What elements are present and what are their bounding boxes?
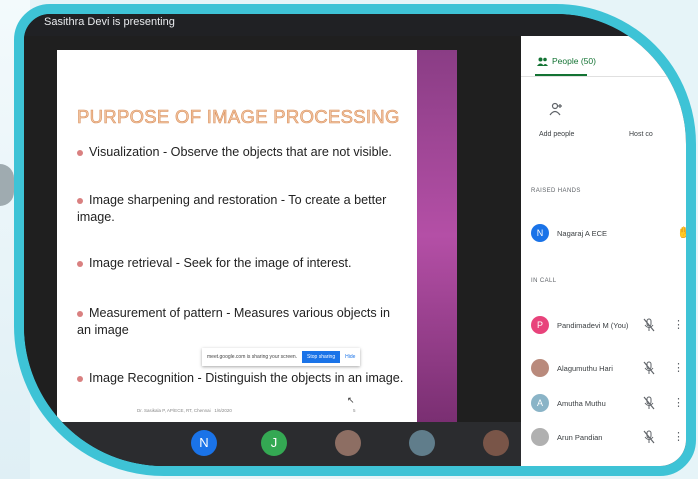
slide-bullet: Image sharpening and restoration - To cr…: [77, 192, 407, 226]
participant-row[interactable]: Alagumuthu Hari ⋮: [531, 357, 686, 379]
avatar: [531, 428, 549, 446]
slide-footer-author: Dr. Sasikala P, AP/ECE, RT, Chennai: [137, 408, 211, 413]
add-people-button[interactable]: Add people: [539, 131, 574, 138]
participant-tile[interactable]: J: [261, 430, 287, 456]
tab-divider: [521, 76, 686, 77]
people-icon: [537, 57, 548, 66]
bullet-icon: [77, 197, 83, 204]
slide-bullet: Image retrieval - Seek for the image of …: [77, 255, 407, 272]
participant-tile[interactable]: [335, 430, 361, 456]
mic-off-icon: [643, 396, 655, 410]
people-tab-label: People (50): [552, 56, 596, 66]
screen-share-notice: meet.google.com is sharing your screen. …: [202, 348, 361, 366]
presenter-banner: Sasithra Devi is presenting: [24, 14, 686, 36]
slide-bullet: Image Recognition - Distinguish the obje…: [77, 370, 407, 387]
shared-slide: PURPOSE OF IMAGE PROCESSING Visualizatio…: [57, 50, 417, 422]
participant-name: Pandimadevi M (You): [557, 320, 629, 330]
avatar: A: [531, 394, 549, 412]
participant-row[interactable]: P Pandimadevi M (You) ⋮: [531, 314, 686, 336]
participant-tile[interactable]: N: [191, 430, 217, 456]
bullet-icon: [77, 260, 83, 267]
participant-row[interactable]: A Amutha Muthu ⋮: [531, 392, 686, 414]
people-panel: People (50) Add people Host co RAISED HA…: [521, 36, 686, 466]
avatar: N: [531, 224, 549, 242]
slide-page-number: 5: [353, 408, 356, 413]
bullet-text: Image retrieval - Seek for the image of …: [89, 256, 352, 270]
bullet-icon: [77, 149, 83, 156]
more-options-icon[interactable]: ⋮: [673, 430, 684, 443]
tab-people[interactable]: People (50): [537, 56, 596, 66]
hide-notice-button[interactable]: Hide: [345, 354, 355, 360]
bullet-icon: [77, 375, 83, 382]
host-controls-button[interactable]: Host co: [629, 131, 653, 138]
participant-name: Nagaraj A ECE: [557, 228, 608, 238]
bullet-text: Image Recognition - Distinguish the obje…: [89, 371, 404, 385]
avatar: [531, 359, 549, 377]
mouse-cursor-icon: ↖: [347, 395, 355, 405]
mic-off-icon: [643, 318, 655, 332]
presenter-video-strip: [417, 50, 457, 422]
slide-footer: Dr. Sasikala P, AP/ECE, RT, Chennai 1/6/…: [137, 408, 232, 413]
participant-tile[interactable]: [409, 430, 435, 456]
slide-title: PURPOSE OF IMAGE PROCESSING: [77, 106, 400, 128]
bullet-icon: [77, 310, 83, 317]
participant-row[interactable]: Arun Pandian ⋮: [531, 426, 686, 448]
meet-window-frame: Sasithra Devi is presenting PURPOSE OF I…: [14, 4, 696, 476]
participant-tiles-bar: N J: [24, 422, 521, 466]
slide-bullet: Measurement of pattern - Measures variou…: [77, 305, 407, 339]
raised-hands-heading: RAISED HANDS: [531, 188, 581, 194]
raised-hand-icon[interactable]: ✋: [677, 226, 686, 239]
participant-name: Alagumuthu Hari: [557, 363, 613, 373]
participant-name: Amutha Muthu: [557, 398, 606, 408]
mic-off-icon: [643, 361, 655, 375]
add-person-icon[interactable]: [549, 102, 563, 119]
participant-row[interactable]: N Nagaraj A ECE ✋: [531, 222, 686, 244]
mic-off-icon: [643, 430, 655, 444]
bullet-text: Visualization - Observe the objects that…: [89, 145, 392, 159]
more-options-icon[interactable]: ⋮: [673, 361, 684, 374]
slide-footer-date: 1/6/2020: [214, 408, 232, 413]
share-notice-text: meet.google.com is sharing your screen.: [207, 354, 298, 360]
presentation-stage: PURPOSE OF IMAGE PROCESSING Visualizatio…: [24, 36, 521, 466]
bullet-text: Measurement of pattern - Measures variou…: [77, 306, 390, 337]
more-options-icon[interactable]: ⋮: [673, 318, 684, 331]
bullet-text: Image sharpening and restoration - To cr…: [77, 193, 387, 224]
stop-sharing-button[interactable]: Stop sharing: [302, 351, 341, 363]
slide-bullet: Visualization - Observe the objects that…: [77, 144, 407, 161]
more-options-icon[interactable]: ⋮: [673, 396, 684, 409]
in-call-heading: IN CALL: [531, 278, 557, 284]
participant-tile[interactable]: [483, 430, 509, 456]
avatar: P: [531, 316, 549, 334]
participant-name: Arun Pandian: [557, 432, 603, 442]
